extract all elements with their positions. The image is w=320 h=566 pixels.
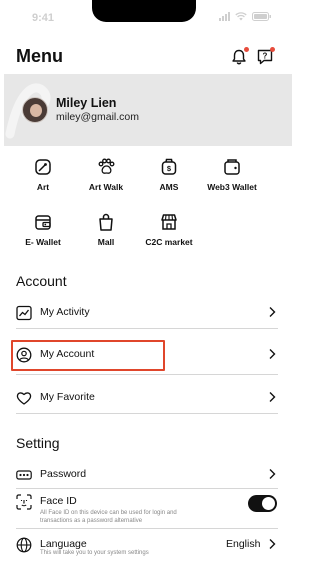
shortcut-label: Mall [97, 237, 115, 247]
shortcut-label: Art [36, 182, 50, 192]
art-tag-icon [35, 159, 51, 175]
shortcut-label: AMS [159, 182, 179, 192]
divider [16, 328, 278, 329]
shortcut-label: Web3 Wallet [207, 182, 257, 192]
status-bar: 9:41 [0, 0, 292, 36]
setting-section-title: Setting [16, 435, 60, 451]
device-notch [92, 0, 196, 22]
divider [16, 413, 278, 414]
battery-icon [252, 12, 271, 21]
notification-badge [244, 47, 249, 52]
face-id-icon [16, 494, 32, 510]
menu-item-label: Face ID [40, 495, 77, 507]
language-value: English [226, 538, 261, 550]
shortcut-mall[interactable]: Mall [71, 212, 141, 247]
menu-screen: 9:41 Menu ? Miley Lien miley@gmail.com A… [0, 0, 292, 566]
highlight-box [11, 340, 165, 371]
chevron-right-icon [269, 307, 276, 317]
shortcut-web3-wallet[interactable]: Web3 Wallet [197, 157, 267, 192]
menu-item-label: Language [40, 538, 87, 550]
profile-email: miley@gmail.com [56, 111, 140, 123]
signal-icon [219, 12, 230, 21]
menu-item-password[interactable]: Password [16, 463, 278, 489]
status-icons [219, 12, 272, 21]
face-id-toggle[interactable] [248, 495, 277, 512]
account-section-title: Account [16, 273, 67, 289]
menu-item-my-activity[interactable]: My Activity [16, 301, 278, 327]
profile-name: Miley Lien [56, 96, 117, 110]
chevron-right-icon [269, 469, 276, 479]
globe-icon [16, 537, 32, 553]
avatar[interactable] [22, 97, 48, 123]
chevron-right-icon [269, 539, 276, 549]
chevron-right-icon [269, 349, 276, 359]
language-description: This will take you to your system settin… [40, 550, 149, 556]
wallet-icon [224, 159, 240, 175]
heart-icon [16, 392, 32, 405]
page-title: Menu [16, 46, 63, 66]
help-badge [270, 47, 275, 52]
storefront-icon [161, 214, 177, 230]
wifi-icon [235, 12, 247, 21]
face-id-description: All Face ID on this device can be used f… [40, 510, 177, 524]
password-dots-icon [16, 470, 32, 480]
shortcut-ams[interactable]: $ AMS [134, 157, 204, 192]
paw-icon [98, 158, 115, 174]
shopping-bag-icon [99, 213, 113, 231]
activity-chart-icon [16, 305, 32, 321]
divider [16, 528, 278, 529]
shortcut-label: Art Walk [88, 182, 124, 192]
menu-item-label: My Activity [40, 306, 90, 318]
shortcut-label: C2C market [145, 237, 193, 247]
divider [16, 374, 278, 375]
menu-item-my-favorite[interactable]: My Favorite [16, 386, 278, 412]
chevron-right-icon [269, 392, 276, 402]
shortcut-c2c-market[interactable]: C2C market [134, 212, 204, 247]
menu-item-label: Password [40, 468, 87, 480]
shortcut-art-walk[interactable]: Art Walk [71, 157, 141, 192]
e-wallet-icon [35, 215, 51, 230]
bell-icon[interactable] [230, 47, 249, 66]
shortcut-label: E- Wallet [25, 237, 61, 247]
menu-item-label: My Favorite [40, 391, 95, 403]
status-time: 9:41 [32, 12, 55, 24]
divider [16, 488, 278, 489]
help-chat-icon[interactable]: ? [256, 47, 275, 66]
shortcut-art[interactable]: Art [8, 157, 78, 192]
svg-text:?: ? [263, 52, 268, 61]
svg-text:$: $ [167, 164, 172, 173]
money-bag-icon: $ [161, 158, 177, 175]
shortcut-e-wallet[interactable]: E- Wallet [8, 212, 78, 247]
